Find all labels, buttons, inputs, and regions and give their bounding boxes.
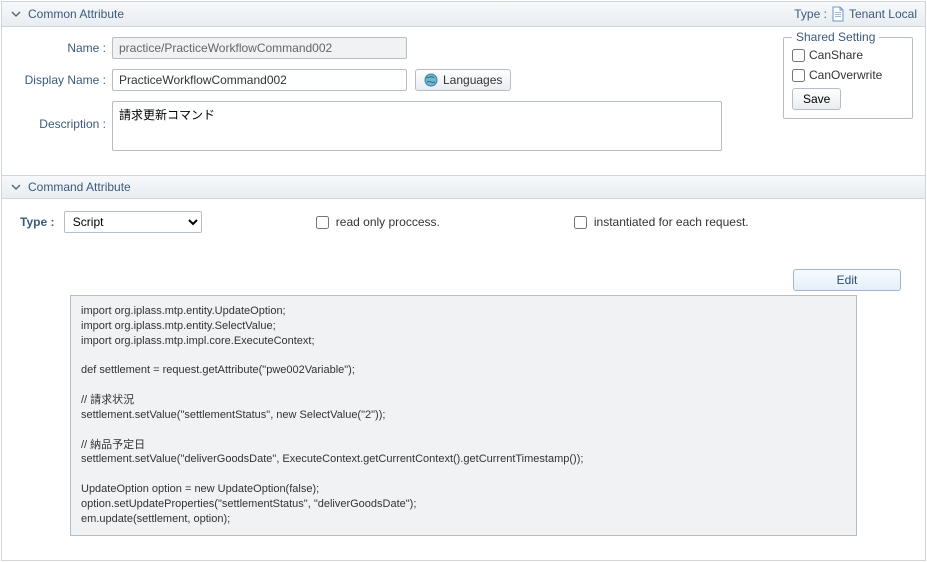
readonly-process-label: read only proccess. [336, 215, 440, 229]
can-overwrite-label: CanOverwrite [809, 68, 882, 82]
display-name-input[interactable] [112, 69, 407, 91]
command-type-wrap: Type : Script [16, 211, 202, 233]
languages-button[interactable]: Languages [415, 69, 511, 91]
shared-setting-group: Shared Setting CanShare CanOverwrite Sav… [783, 37, 913, 119]
readonly-process-row[interactable]: read only proccess. [312, 213, 440, 232]
chevron-down-icon [10, 8, 22, 20]
description-textarea[interactable]: 請求更新コマンド [112, 101, 722, 151]
common-attribute-title: Common Attribute [28, 7, 124, 21]
edit-button-row: Edit [16, 269, 911, 291]
can-share-label: CanShare [809, 48, 863, 62]
instantiated-label: instantiated for each request. [594, 215, 749, 229]
display-name-label: Display Name : [14, 69, 112, 87]
command-type-label: Type : [20, 215, 54, 229]
type-prefix: Type : [794, 7, 827, 21]
command-type-select[interactable]: Script [64, 211, 202, 233]
type-value: Tenant Local [849, 7, 917, 21]
instantiated-checkbox[interactable] [574, 216, 587, 229]
description-label: Description : [14, 101, 112, 131]
command-attribute-title: Command Attribute [28, 180, 131, 194]
languages-button-label: Languages [443, 73, 502, 87]
chevron-down-icon [10, 181, 22, 193]
name-label: Name : [14, 37, 112, 55]
script-code-area[interactable]: import org.iplass.mtp.entity.UpdateOptio… [70, 295, 857, 536]
shared-setting-legend: Shared Setting [792, 30, 879, 44]
name-input[interactable] [112, 37, 407, 59]
edit-button[interactable]: Edit [793, 269, 901, 291]
shared-save-button[interactable]: Save [792, 88, 841, 110]
readonly-process-checkbox[interactable] [316, 216, 329, 229]
command-options-row: Type : Script read only proccess. instan… [16, 211, 911, 233]
can-overwrite-checkbox[interactable] [792, 69, 805, 82]
instantiated-row[interactable]: instantiated for each request. [570, 213, 749, 232]
page-icon [831, 6, 845, 22]
display-name-row: Display Name : Languages [14, 69, 771, 91]
name-row: Name : [14, 37, 771, 59]
can-share-checkbox[interactable] [792, 49, 805, 62]
editor-panel: Common Attribute Type : Tenant Local Nam… [1, 1, 926, 561]
description-row: Description : 請求更新コマンド [14, 101, 771, 151]
command-attribute-header[interactable]: Command Attribute [2, 175, 925, 199]
globe-icon [424, 73, 438, 87]
type-indicator: Type : Tenant Local [794, 6, 917, 22]
command-attribute-body: Type : Script read only proccess. instan… [2, 199, 925, 560]
common-attribute-body: Name : Display Name : Languages [2, 27, 925, 175]
can-share-row[interactable]: CanShare [792, 48, 904, 62]
common-attribute-header[interactable]: Common Attribute Type : Tenant Local [2, 2, 925, 27]
can-overwrite-row[interactable]: CanOverwrite [792, 68, 904, 82]
